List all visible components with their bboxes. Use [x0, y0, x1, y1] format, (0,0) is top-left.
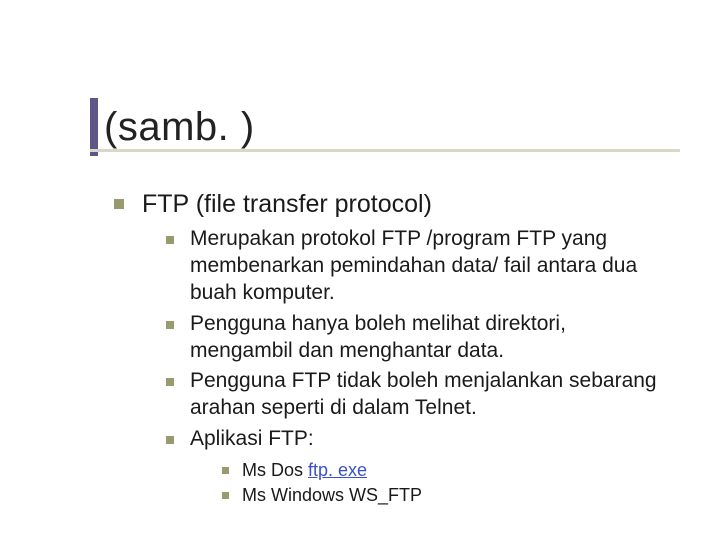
list-item: Pengguna hanya boleh melihat direktori, … [160, 311, 660, 365]
topic-text: FTP (file transfer protocol) [142, 190, 432, 218]
ftp-exe-link[interactable]: ftp. exe [308, 460, 367, 480]
point-text: Pengguna hanya boleh melihat direktori, … [190, 312, 566, 362]
list-item: FTP (file transfer protocol) Merupakan p… [110, 188, 660, 507]
title-accent-bar [90, 98, 98, 156]
title-block: (samb. ) [90, 98, 255, 156]
list-item: Merupakan protokol FTP /program FTP yang… [160, 226, 660, 307]
list-item: Ms Windows WS_FTP [216, 484, 660, 507]
slide-title: (samb. ) [100, 105, 255, 150]
app-mswindows: Ms Windows WS_FTP [242, 485, 422, 505]
list-item: Aplikasi FTP: Ms Dos ftp. exe Ms Windows… [160, 426, 660, 507]
app-msdos-prefix: Ms Dos [242, 460, 308, 480]
point-text: Pengguna FTP tidak boleh menjalankan seb… [190, 369, 657, 419]
list-item: Ms Dos ftp. exe [216, 459, 660, 482]
point-text: Aplikasi FTP: [190, 427, 314, 450]
list-item: Pengguna FTP tidak boleh menjalankan seb… [160, 368, 660, 422]
slide-body: FTP (file transfer protocol) Merupakan p… [110, 188, 660, 521]
slide: (samb. ) FTP (file transfer protocol) Me… [0, 0, 720, 540]
point-text: Merupakan protokol FTP /program FTP yang… [190, 227, 637, 304]
